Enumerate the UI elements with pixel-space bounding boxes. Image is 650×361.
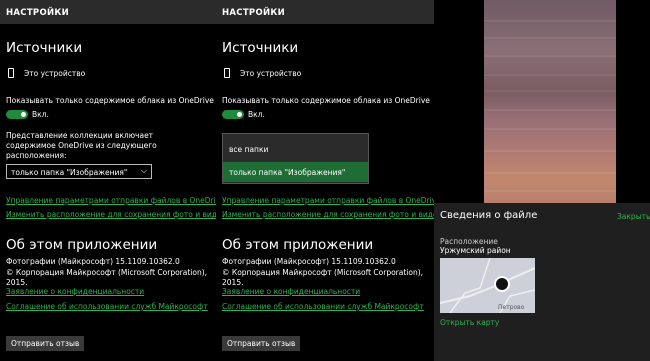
folder-dropdown-list: все папки только папка "Изображения" bbox=[222, 133, 369, 184]
toggle-state-label: Вкл. bbox=[248, 110, 265, 119]
privacy-link[interactable]: Заявление о конфиденциальности bbox=[6, 287, 144, 296]
map-pin-icon bbox=[494, 276, 510, 292]
file-info-title: Сведения о файле bbox=[440, 210, 538, 221]
phone-icon bbox=[224, 68, 230, 78]
feedback-button[interactable]: Отправить отзыв bbox=[222, 336, 301, 351]
collection-line-1: Представление коллекции включает bbox=[6, 131, 154, 140]
terms-link[interactable]: Соглашение об использовании служб Майкро… bbox=[6, 302, 208, 311]
copyright: © Корпорация Майкрософт (Microsoft Corpo… bbox=[222, 268, 424, 287]
app-version: Фотографии (Майкрософт) 15.1109.10362.0 bbox=[6, 257, 180, 266]
sources-title: Источники bbox=[6, 40, 83, 56]
onedrive-only-label: Показывать только содержимое облака из O… bbox=[222, 96, 430, 105]
onedrive-toggle[interactable] bbox=[6, 110, 28, 119]
onedrive-toggle[interactable] bbox=[222, 110, 244, 119]
sources-title: Источники bbox=[222, 40, 299, 56]
change-save-location-link[interactable]: Изменить расположение для сохранения фот… bbox=[222, 210, 442, 219]
onedrive-only-label: Показывать только содержимое облака из O… bbox=[6, 96, 214, 105]
location-label: Расположение bbox=[440, 237, 498, 246]
chevron-down-icon: ⌵ bbox=[140, 166, 147, 175]
folder-select[interactable]: только папка "Изображения" ⌵ bbox=[6, 164, 152, 179]
dropdown-option-pictures-folder[interactable]: только папка "Изображения" bbox=[223, 162, 368, 182]
this-device-label[interactable]: Это устройство bbox=[24, 69, 85, 79]
close-link[interactable]: Закрыть bbox=[617, 212, 650, 221]
settings-header: НАСТРОЙКИ bbox=[216, 0, 434, 24]
folder-select-value: только папка "Изображения" bbox=[11, 168, 128, 177]
terms-link[interactable]: Соглашение об использовании служб Майкро… bbox=[222, 302, 424, 311]
settings-header: НАСТРОЙКИ bbox=[0, 0, 216, 24]
about-title: Об этом приложении bbox=[6, 237, 158, 253]
photo-image[interactable] bbox=[484, 0, 616, 203]
open-map-link[interactable]: Открыть карту bbox=[440, 318, 499, 327]
toggle-knob bbox=[21, 112, 26, 117]
change-save-location-link[interactable]: Изменить расположение для сохранения фот… bbox=[6, 210, 226, 219]
this-device-label[interactable]: Это устройство bbox=[240, 69, 301, 79]
privacy-link[interactable]: Заявление о конфиденциальности bbox=[222, 287, 360, 296]
settings-panel-left: НАСТРОЙКИ Источники Это устройство Показ… bbox=[0, 0, 226, 361]
toggle-state-label: Вкл. bbox=[32, 110, 49, 119]
manage-upload-link[interactable]: Управление параметрами отправки файлов в… bbox=[6, 196, 225, 205]
collection-line-3: расположения: bbox=[6, 151, 67, 160]
dropdown-option-all-folders[interactable]: все папки bbox=[223, 139, 368, 159]
location-map[interactable]: Петрово bbox=[440, 258, 535, 313]
collection-line-2: содержимое OneDrive из следующего bbox=[6, 141, 157, 150]
location-value: Уржумский район bbox=[440, 246, 511, 255]
about-title: Об этом приложении bbox=[222, 237, 374, 253]
copyright: © Корпорация Майкрософт (Microsoft Corpo… bbox=[6, 268, 208, 287]
manage-upload-link[interactable]: Управление параметрами отправки файлов в… bbox=[222, 196, 441, 205]
app-version: Фотографии (Майкрософт) 15.1109.10362.0 bbox=[222, 257, 396, 266]
map-place-label: Петрово bbox=[498, 304, 525, 311]
phone-icon bbox=[8, 68, 14, 78]
feedback-button[interactable]: Отправить отзыв bbox=[6, 336, 85, 351]
toggle-knob bbox=[237, 112, 242, 117]
